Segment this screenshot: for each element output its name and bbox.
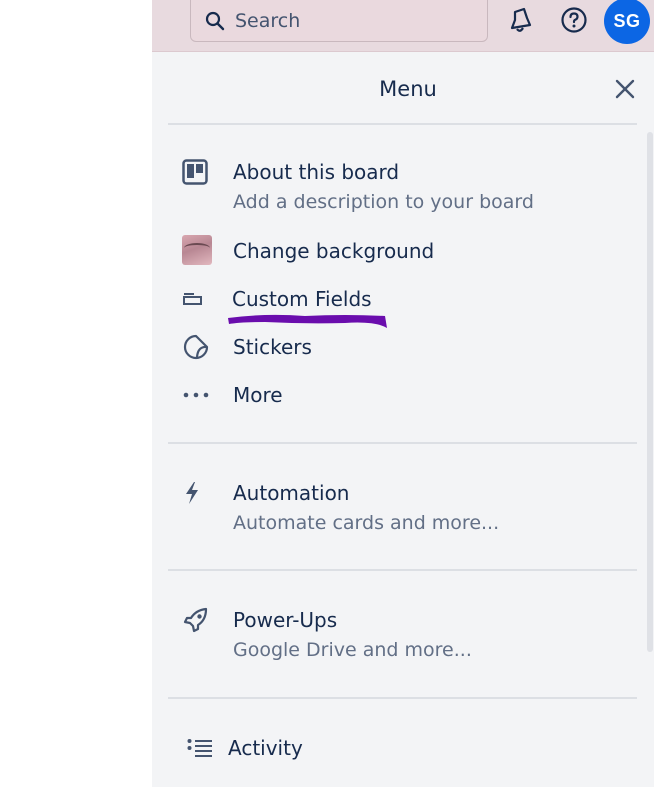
menu-item-power-ups[interactable]: Power-Ups Google Drive and more... <box>182 606 622 666</box>
board-menu-panel: Menu About this board Add a description … <box>152 52 654 787</box>
more-icon <box>183 392 209 398</box>
close-icon <box>615 79 635 99</box>
custom-fields-icon <box>183 293 202 305</box>
notifications-button[interactable] <box>505 5 535 35</box>
menu-item-more[interactable]: More <box>182 381 622 411</box>
menu-item-label: Activity <box>228 736 303 760</box>
top-header: Search SG <box>152 0 654 52</box>
menu-item-description: Automate cards and more... <box>233 512 500 534</box>
menu-item-activity[interactable]: Activity <box>182 734 622 764</box>
rocket-icon <box>183 607 208 633</box>
menu-item-change-background[interactable]: Change background <box>182 235 622 267</box>
divider <box>168 442 637 444</box>
menu-item-label: Automation <box>233 481 350 505</box>
user-avatar[interactable]: SG <box>604 0 650 44</box>
background-thumbnail <box>182 235 212 265</box>
search-box[interactable]: Search <box>190 0 488 42</box>
close-menu-button[interactable] <box>610 74 640 104</box>
menu-item-label: Custom Fields <box>232 287 372 311</box>
menu-item-automation[interactable]: Automation Automate cards and more... <box>182 479 622 539</box>
menu-item-stickers[interactable]: Stickers <box>182 333 622 363</box>
purple-underline-annotation <box>228 314 387 328</box>
search-placeholder: Search <box>235 10 301 32</box>
bell-icon <box>510 7 532 32</box>
board-icon <box>182 159 208 185</box>
activity-list-icon <box>187 739 212 757</box>
menu-item-description: Add a description to your board <box>233 191 534 213</box>
menu-item-label: More <box>233 383 283 407</box>
sticker-icon <box>183 334 209 360</box>
menu-item-about-board[interactable]: About this board Add a description to yo… <box>182 158 622 218</box>
divider <box>168 697 637 699</box>
menu-item-label: Stickers <box>233 335 312 359</box>
menu-title: Menu <box>379 77 437 101</box>
help-icon <box>561 7 587 33</box>
menu-item-description: Google Drive and more... <box>233 639 472 661</box>
lightning-icon <box>186 482 198 504</box>
menu-item-label: About this board <box>233 160 400 184</box>
search-icon <box>205 11 225 31</box>
menu-item-label: Change background <box>233 239 435 263</box>
help-button[interactable] <box>559 5 589 35</box>
divider <box>168 569 637 571</box>
menu-item-label: Power-Ups <box>233 608 338 632</box>
divider <box>168 123 637 125</box>
scrollbar[interactable] <box>647 132 653 652</box>
